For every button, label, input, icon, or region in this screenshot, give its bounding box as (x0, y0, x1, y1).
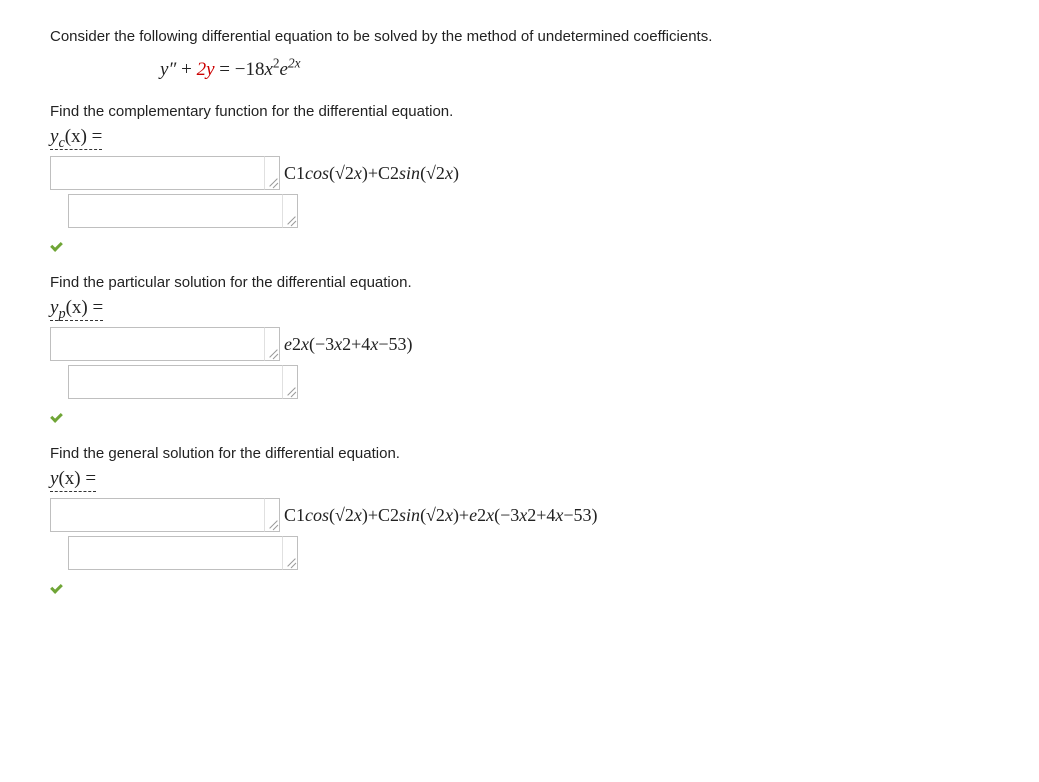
answer-input-yc[interactable] (50, 156, 264, 190)
check-icon (50, 405, 68, 423)
label-y-arg: (x) = (58, 468, 96, 489)
differential-equation: y″ + 2y = −18x2e2x (160, 59, 989, 81)
resize-handle-icon[interactable] (282, 536, 298, 570)
label-yp-arg: (x) = (66, 297, 104, 318)
problem-intro: Consider the following differential equa… (50, 28, 989, 45)
label-y: y(x) = (50, 468, 96, 492)
resize-handle-icon[interactable] (282, 194, 298, 228)
answer-display-y: C1cos(√2x)+C2sin(√2x)+e2x(−3x2+4x−53) (284, 505, 598, 526)
eq-red-term: 2y (197, 59, 215, 80)
label-yp: yp(x) = (50, 297, 103, 321)
answer-input-yc-2[interactable] (68, 194, 282, 228)
resize-handle-icon[interactable] (282, 365, 298, 399)
answer-input-yp[interactable] (50, 327, 264, 361)
answer-input-yp-2[interactable] (68, 365, 282, 399)
eq-rhs-x: x (264, 59, 272, 80)
eq-rhs-square: 2 (273, 56, 280, 71)
check-icon (50, 576, 68, 594)
label-yc-arg: (x) = (65, 126, 103, 147)
eq-plus: + (176, 59, 196, 80)
check-icon (50, 234, 68, 252)
answer-input-y[interactable] (50, 498, 264, 532)
prompt-particular: Find the particular solution for the dif… (50, 274, 989, 291)
resize-handle-icon[interactable] (264, 327, 280, 361)
eq-rhs-coef: −18 (235, 59, 265, 80)
answer-input-y-2[interactable] (68, 536, 282, 570)
eq-rhs-exp: 2x (288, 56, 301, 71)
resize-handle-icon[interactable] (264, 156, 280, 190)
eq-rhs-e: e (280, 59, 288, 80)
answer-display-yc: C1cos(√2x)+C2sin(√2x) (284, 163, 459, 184)
resize-handle-icon[interactable] (264, 498, 280, 532)
label-yp-sub: p (58, 306, 65, 322)
eq-lhs-y2: y″ (160, 59, 176, 80)
prompt-complementary: Find the complementary function for the … (50, 103, 989, 120)
answer-display-yp: e2x(−3x2+4x−53) (284, 334, 412, 355)
prompt-general: Find the general solution for the differ… (50, 445, 989, 462)
label-yc: yc(x) = (50, 126, 102, 150)
eq-equals: = (215, 59, 235, 80)
